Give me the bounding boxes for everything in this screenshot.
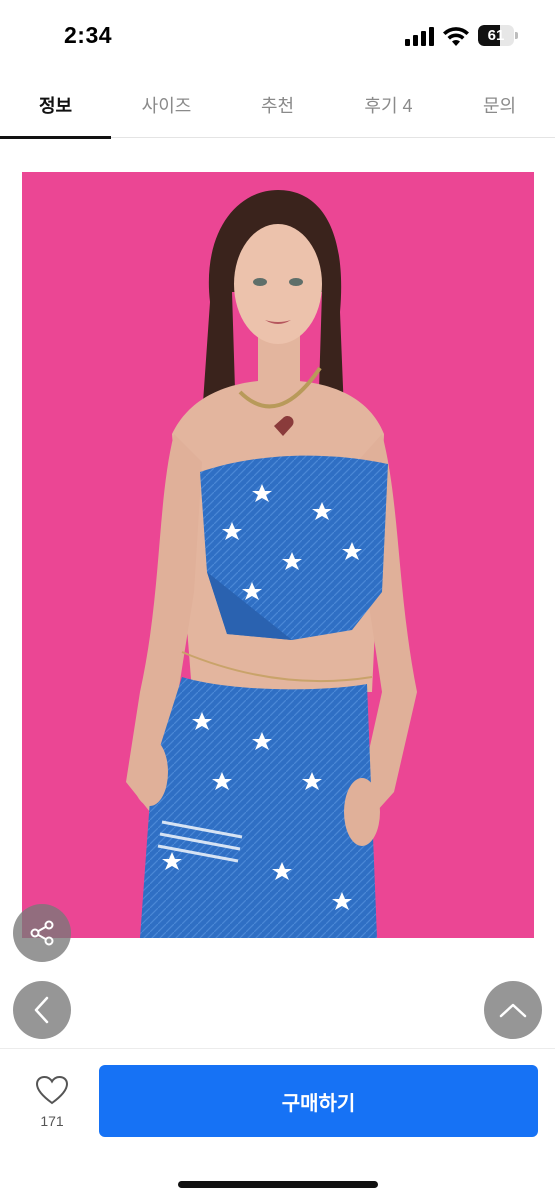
scroll-to-top-button[interactable] — [484, 981, 542, 1039]
chevron-left-icon — [34, 996, 49, 1024]
product-tab-bar: 정보 사이즈 추천 후기 4 문의 — [0, 72, 555, 139]
buy-button[interactable]: 구매하기 — [99, 1065, 538, 1137]
tab-inquiry[interactable]: 문의 — [444, 72, 555, 138]
previous-image-button[interactable] — [13, 981, 71, 1039]
tab-size[interactable]: 사이즈 — [111, 72, 222, 138]
status-bar: 2:34 61 — [0, 0, 555, 72]
share-icon — [30, 920, 54, 946]
product-photo — [22, 172, 534, 938]
chevron-up-icon — [499, 1003, 527, 1018]
tab-info[interactable]: 정보 — [0, 72, 111, 139]
home-indicator[interactable] — [178, 1181, 378, 1188]
battery-indicator: 61 — [478, 25, 518, 46]
status-time: 2:34 — [64, 22, 113, 48]
like-button[interactable]: 171 — [22, 1073, 82, 1137]
wifi-icon — [443, 27, 469, 46]
share-button[interactable] — [13, 904, 71, 962]
product-image[interactable] — [22, 172, 534, 938]
cellular-signal-icon — [405, 27, 434, 46]
battery-level: 61 — [487, 27, 505, 44]
heart-icon — [35, 1075, 69, 1105]
bottom-action-bar: 171 구매하기 — [0, 1048, 555, 1200]
like-count: 171 — [40, 1113, 64, 1129]
tab-reviews[interactable]: 후기 4 — [333, 72, 444, 138]
tab-recommend[interactable]: 추천 — [222, 72, 333, 138]
